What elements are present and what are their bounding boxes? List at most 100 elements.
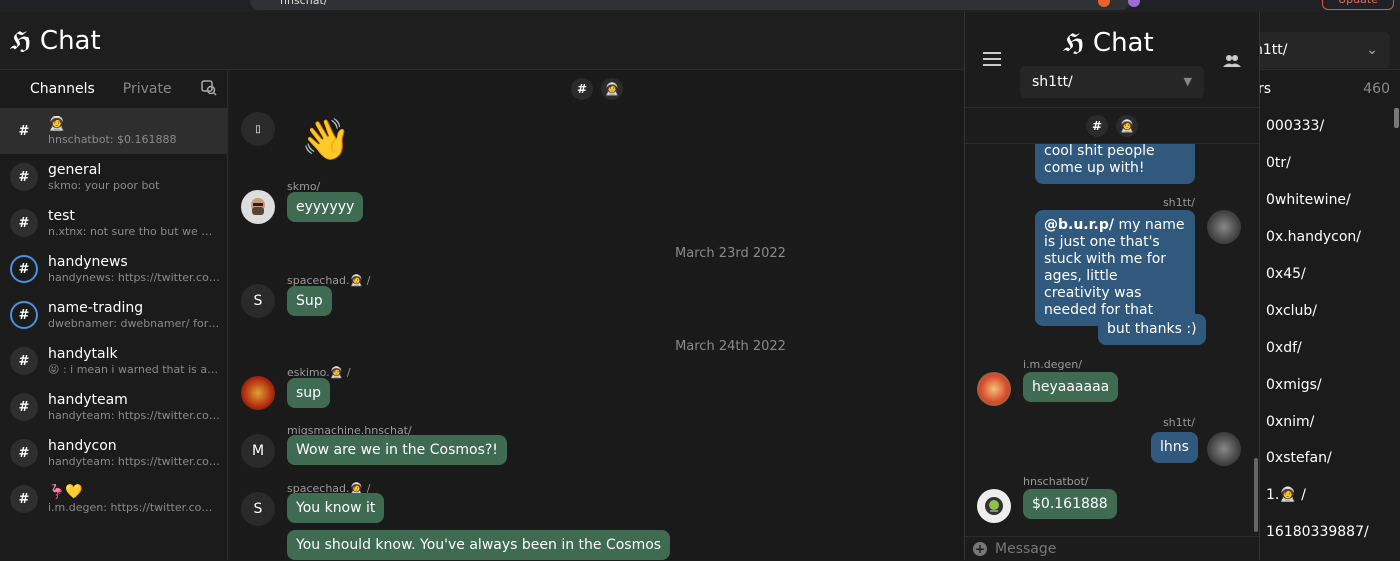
channel-hash-icon: # [10,393,38,421]
channel-preview: handyteam: https://twitter.com... [48,454,220,468]
avatar[interactable] [241,376,275,410]
mention[interactable]: @b.u.r.p/ [1044,217,1114,233]
user-list-item[interactable]: 1.🧑‍🚀 / [1258,477,1400,514]
chevron-down-icon: ▼ [1183,75,1192,88]
avatar[interactable]: M [241,434,275,468]
channel-item[interactable]: # 🧑‍🚀 hnschatbot: $0.161888 [0,108,227,154]
channel-preview: skmo: your poor bot [48,178,160,192]
channel-preview: handynews: https://twitter.com... [48,270,220,284]
mobile-message-list: cool shit people come up with! sh1tt/ @b… [965,144,1261,536]
channel-item[interactable]: # 🦩💛 i.m.degen: https://twitter.com/... [0,476,227,522]
channel-preview: handyteam: https://twitter.com... [48,408,220,422]
avatar[interactable]: S [241,284,275,318]
message-bubble: heyaaaaaa [1023,372,1119,402]
channel-item[interactable]: # handycon handyteam: https://twitter.com… [0,430,227,476]
avatar[interactable] [977,489,1011,523]
channel-item[interactable]: # handyteam handyteam: https://twitter.co… [0,384,227,430]
message-username[interactable]: sh1tt/ [1163,416,1195,429]
domain-select[interactable]: sh1tt/ ▼ [1020,66,1204,98]
tab-channels[interactable]: Channels [30,81,95,97]
sidebar-tabs: Channels Private [0,70,227,108]
channel-hash-icon: # [1086,114,1108,137]
domain-select[interactable]: h1tt/ ⌄ [1250,32,1390,68]
avatar[interactable] [1207,210,1241,244]
channel-hash-icon: # [571,78,593,100]
hns-logo-icon: ℌ [1063,29,1085,57]
app-logo[interactable]: ℌ Chat [10,26,101,56]
channel-hash-icon: # [10,485,38,513]
channel-item[interactable]: # general skmo: your poor bot [0,154,227,200]
update-button[interactable]: Update [1322,0,1394,10]
user-list-header: rs 460 [1258,70,1400,108]
user-list-item[interactable]: 0xdf/ [1258,329,1400,366]
channel-hash-icon: # [10,439,38,467]
message-bubble: You know it [287,493,385,523]
hamburger-menu-icon[interactable] [983,52,1001,66]
message-bubble: Sup [287,286,332,316]
channel-hash-icon: # [10,255,38,283]
channel-item[interactable]: # test n.xtnx: not sure tho but we will .… [0,200,227,246]
new-conversation-icon[interactable] [201,80,217,96]
mobile-channel-header: # 🧑‍🚀 [965,108,1259,144]
user-list-item[interactable]: 0x.handycon/ [1258,219,1400,256]
channel-item[interactable]: # handynews handynews: https://twitter.co… [0,246,227,292]
message-bubble: lhns [1151,432,1198,463]
message-username[interactable]: sh1tt/ [1163,196,1195,209]
user-list-item[interactable]: 0xnim/ [1258,403,1400,440]
user-list-item[interactable]: 0whitewine/ [1258,182,1400,219]
user-list-item[interactable]: 0xstefan/ [1258,440,1400,477]
user-list-item[interactable]: 0xclub/ [1258,292,1400,329]
message-input[interactable]: + Message [965,536,1261,560]
browser-toolbar: hnschat/ Update [0,0,1400,12]
user-list-panel: rs 460 000333/ 0tr/ 0whitewine/ 0x.handy… [1258,70,1400,560]
message-bubble: eyyyyyy [287,192,364,222]
channel-item[interactable]: # name-trading dwebnamer: dwebnamer/ for … [0,292,227,338]
avatar[interactable] [1207,432,1241,466]
mobile-app-title: Chat [1092,28,1154,58]
message-bubble: cool shit people come up with! [1035,144,1195,184]
avatar[interactable]: ▯ [241,112,275,146]
app-title: Chat [39,26,101,56]
add-attachment-icon[interactable]: + [973,542,987,556]
user-list-item[interactable]: 0x45/ [1258,256,1400,293]
channel-name: handytalk [48,345,118,362]
avatar[interactable]: S [241,492,275,526]
message-username[interactable]: hnschatbot/ [1023,475,1088,488]
bot-icon [985,497,1003,515]
message-username[interactable]: i.m.degen/ [1023,358,1082,371]
mobile-header: ℌ Chat sh1tt/ ▼ [965,12,1259,108]
chevron-down-icon: ⌄ [1366,42,1378,58]
hns-logo-icon: ℌ [10,27,32,55]
channel-preview: 😝 : i mean i warned that is a ris... [48,362,220,376]
tab-private[interactable]: Private [123,81,172,97]
channel-name: 🧑‍🚀 [48,115,66,132]
extension-icon[interactable] [1128,0,1140,7]
message-bubble: You should know. You've always been in t… [287,530,671,560]
channel-hash-icon: # [10,163,38,191]
address-bar[interactable]: hnschat/ [250,0,1130,10]
user-list-scrollbar[interactable] [1394,108,1399,128]
users-icon[interactable] [1223,54,1241,68]
user-count: 460 [1363,81,1390,97]
channel-name: handyteam [48,391,128,408]
message-list: ▯ 👋 skmo/ eyyyyyy March 23rd 2022 spacec… [229,108,965,560]
avatar[interactable] [241,190,275,224]
channel-name: general [48,161,102,178]
avatar[interactable] [977,372,1011,406]
user-list-item[interactable]: 0tr/ [1258,145,1400,182]
channel-name: test [48,207,75,224]
message-bubble: $0.161888 [1023,489,1117,519]
user-list-item[interactable]: 000333/ [1258,108,1400,145]
message-bubble: Wow are we in the Cosmos?! [287,435,507,465]
app-logo[interactable]: ℌ Chat [1063,28,1154,58]
channel-emoji: 🧑‍🚀 [601,78,623,100]
channel-item[interactable]: # handytalk 😝 : i mean i warned that is a… [0,338,227,384]
user-list-item[interactable]: 0xmigs/ [1258,366,1400,403]
wave-emoji: 👋 [301,117,351,163]
channel-name: name-trading [48,299,144,316]
domain-select-value: sh1tt/ [1032,74,1073,90]
mobile-scrollbar[interactable] [1254,458,1258,532]
user-list-item[interactable]: 16180339887/ [1258,514,1400,551]
message-bubble: sup [287,378,331,408]
channel-emoji: 🧑‍🚀 [1116,114,1138,137]
